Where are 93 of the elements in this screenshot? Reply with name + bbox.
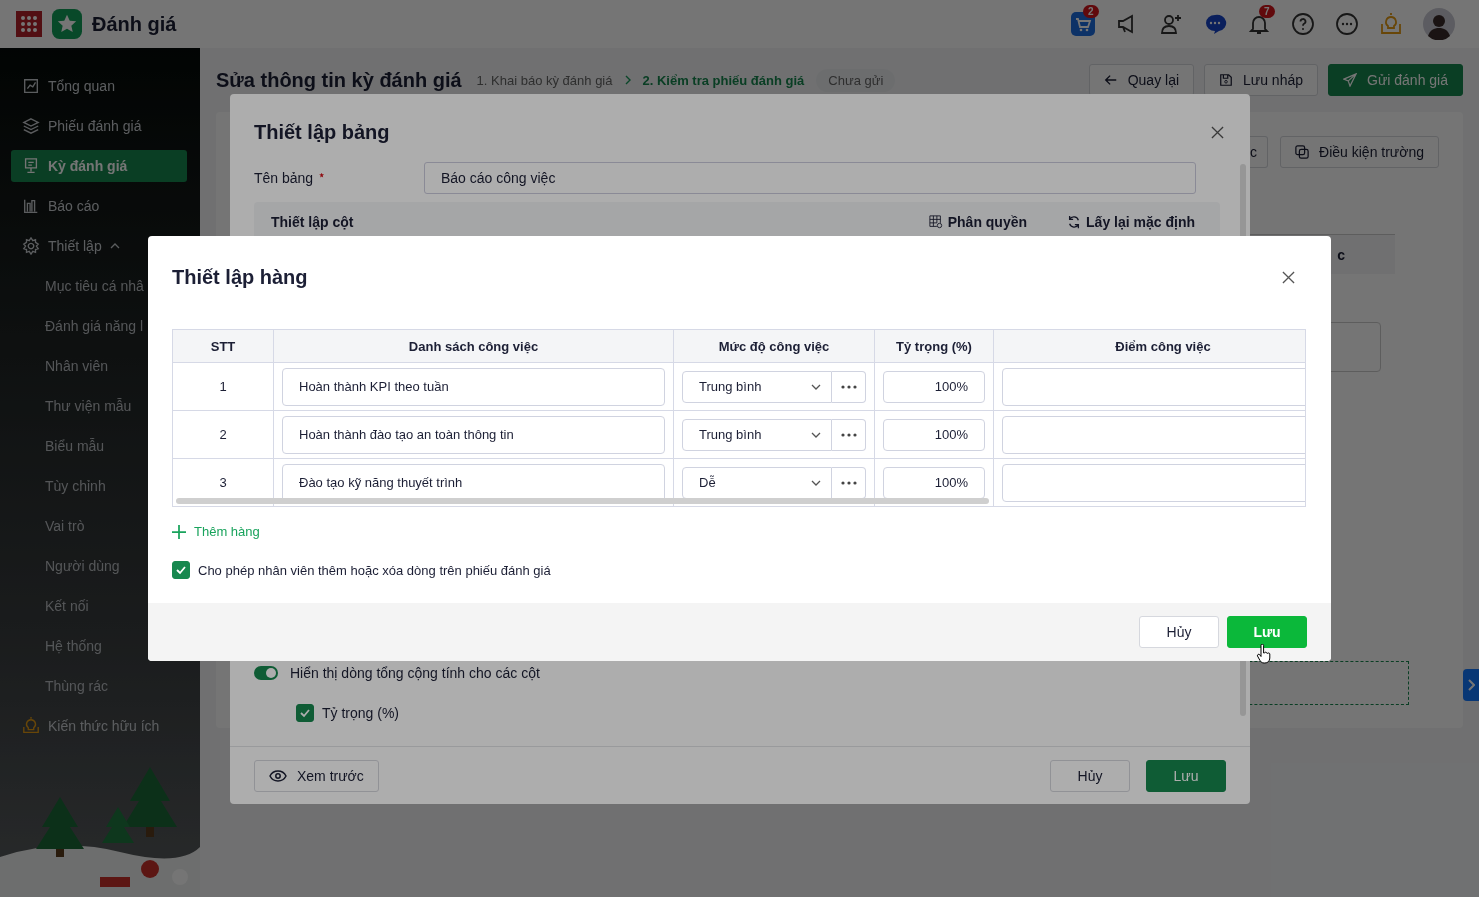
sidebar-item-icon xyxy=(22,77,40,95)
page-title: Sửa thông tin kỳ đánh giá xyxy=(216,68,462,92)
difficulty-dropdown[interactable]: Trung bình xyxy=(682,418,832,451)
chat-icon[interactable] xyxy=(1203,12,1227,36)
save-icon xyxy=(1219,73,1234,87)
close-icon[interactable] xyxy=(1282,270,1295,284)
dialog-title: Thiết lập hàng xyxy=(172,265,308,289)
notification-badge: 7 xyxy=(1259,5,1275,18)
column-header: Mức độ công việc xyxy=(674,330,875,362)
star-logo-icon xyxy=(52,9,82,39)
save-button[interactable]: Lưu xyxy=(1146,759,1226,792)
more-icon[interactable] xyxy=(1335,12,1359,36)
toggle-switch[interactable] xyxy=(254,666,278,680)
breadcrumb-step[interactable]: 2. Kiểm tra phiếu đánh giá xyxy=(642,72,805,88)
sidebar-item[interactable]: Thiết lập xyxy=(11,230,187,262)
sidebar-item-icon xyxy=(22,197,40,215)
sidebar-item[interactable]: Kỳ đánh giá xyxy=(11,150,187,182)
save-button[interactable]: Lưu xyxy=(1227,616,1307,648)
sidebar-item[interactable]: Phiếu đánh giá xyxy=(11,110,187,142)
breadcrumb-step[interactable]: 1. Khai báo kỳ đánh giá xyxy=(476,72,613,88)
status-tag: Chưa gửi xyxy=(816,68,896,92)
toggle-label: Hiển thị dòng tổng cộng tính cho các cột xyxy=(290,665,540,681)
send-icon xyxy=(1343,73,1357,87)
eye-icon xyxy=(269,769,287,782)
section-title: Thiết lập cột xyxy=(271,214,354,230)
score-field[interactable] xyxy=(1002,367,1305,406)
cancel-button[interactable]: Hủy xyxy=(1139,616,1219,648)
sidebar-subitem[interactable]: Thùng rác xyxy=(0,670,200,702)
more-options-button[interactable] xyxy=(832,418,866,451)
checkbox[interactable] xyxy=(296,704,314,722)
row-number: 1 xyxy=(173,363,274,410)
more-options-button[interactable] xyxy=(832,370,866,403)
close-icon[interactable] xyxy=(1211,125,1224,139)
notification-badge: 2 xyxy=(1083,5,1099,18)
add-user-icon[interactable] xyxy=(1159,12,1183,36)
chevron-right-icon xyxy=(1467,679,1475,691)
user-avatar[interactable] xyxy=(1423,8,1455,40)
app-title: Đánh giá xyxy=(92,12,177,36)
app-grid-icon[interactable] xyxy=(16,11,42,37)
column-header: Tỷ trọng (%) xyxy=(875,330,994,362)
scrollbar[interactable] xyxy=(176,498,989,504)
row-number: 2 xyxy=(173,411,274,458)
column-header: Danh sách công việc xyxy=(274,330,674,362)
checkmark-icon xyxy=(175,564,187,576)
sidebar-item-icon xyxy=(22,117,40,135)
weight-field[interactable]: 100% xyxy=(883,466,985,499)
task-name-field[interactable]: Hoàn thành đào tạo an toàn thông tin xyxy=(282,415,665,454)
field-label: Tên bảng xyxy=(254,170,314,186)
sidebar-item[interactable]: Tổng quan xyxy=(11,70,187,102)
lightbulb-icon[interactable] xyxy=(1379,12,1403,36)
chevron-right-icon xyxy=(624,75,631,85)
cancel-button[interactable]: Hủy xyxy=(1050,759,1130,792)
sidebar-item-icon xyxy=(22,157,40,175)
checkbox-label: Cho phép nhân viên thêm hoặc xóa dòng trên phiếu đánh giá xyxy=(198,562,551,578)
chevron-down-icon xyxy=(811,479,821,486)
field-conditions-button[interactable]: Điều kiện trường xyxy=(1280,136,1439,168)
checkmark-icon xyxy=(299,707,311,719)
column-header: Điểm công việc xyxy=(994,330,1305,362)
arrow-left-icon xyxy=(1103,73,1118,87)
back-button[interactable]: Quay lại xyxy=(1088,64,1195,96)
help-icon[interactable] xyxy=(1291,12,1315,36)
score-field[interactable] xyxy=(1002,463,1305,502)
dialog-title: Thiết lập bảng xyxy=(254,120,390,144)
sidebar-item[interactable]: Kiến thức hữu ích xyxy=(11,710,187,742)
send-button[interactable]: Gửi đánh giá xyxy=(1328,64,1463,96)
score-field[interactable] xyxy=(1002,415,1305,454)
more-icon xyxy=(840,432,857,437)
expand-tab-button[interactable] xyxy=(1463,669,1479,701)
sidebar-item-icon xyxy=(22,237,40,255)
copy-icon xyxy=(1295,145,1310,159)
sidebar-item[interactable]: Báo cáo xyxy=(11,190,187,222)
weight-field[interactable]: 100% xyxy=(883,418,985,451)
sidebar-item-icon xyxy=(22,717,40,735)
preview-button[interactable]: Xem trước xyxy=(254,759,379,792)
more-icon xyxy=(840,384,857,389)
permissions-button[interactable]: Phân quyền xyxy=(928,214,1028,230)
weight-field[interactable]: 100% xyxy=(883,370,985,403)
save-draft-button[interactable]: Lưu nháp xyxy=(1204,64,1318,96)
more-icon xyxy=(840,480,857,485)
checkbox-label: Tỷ trọng (%) xyxy=(322,705,399,721)
chevron-down-icon xyxy=(811,383,821,390)
column-header: STT xyxy=(173,330,274,362)
refresh-icon xyxy=(1067,215,1082,229)
add-row-button[interactable]: Thêm hàng xyxy=(172,524,260,539)
table-name-field[interactable]: Báo cáo công việc xyxy=(424,162,1196,194)
task-name-field[interactable]: Hoàn thành KPI theo tuần xyxy=(282,367,665,406)
difficulty-dropdown[interactable]: Trung bình xyxy=(682,370,832,403)
more-options-button[interactable] xyxy=(832,466,866,499)
checkbox[interactable] xyxy=(172,561,190,579)
plus-icon xyxy=(172,524,186,539)
reset-default-button[interactable]: Lấy lại mặc định xyxy=(1067,214,1195,230)
chevron-down-icon xyxy=(811,431,821,438)
table-settings-icon xyxy=(928,215,943,229)
